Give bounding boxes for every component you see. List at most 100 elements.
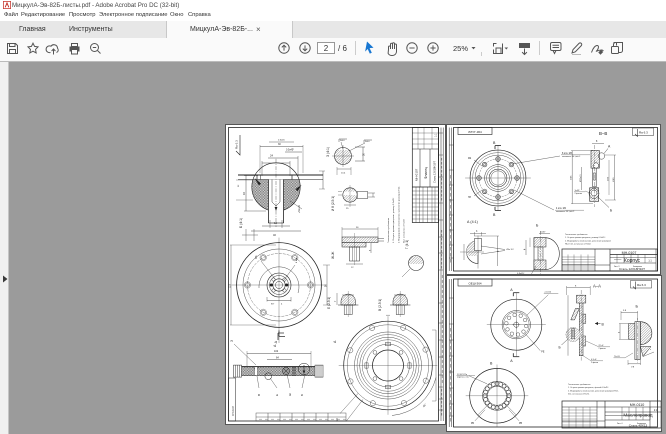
svg-text:10.4: 10.4 bbox=[341, 173, 346, 175]
svg-text:2: 2 bbox=[324, 44, 329, 53]
svg-text:Фланец: Фланец bbox=[424, 167, 428, 179]
svg-text:Г (4:1): Г (4:1) bbox=[405, 240, 409, 249]
svg-text:зенковать 90°,0х0.2: зенковать 90°,0х0.2 bbox=[556, 211, 575, 213]
svg-text:7: 7 bbox=[335, 300, 337, 302]
svg-text:u: u bbox=[650, 349, 651, 351]
svg-text:ОЕШ-364: ОЕШ-364 bbox=[468, 282, 481, 286]
svg-text:Ra 6.3: Ra 6.3 bbox=[637, 283, 646, 287]
svg-text:Б: Б bbox=[300, 394, 304, 396]
svg-text:З (4:1): З (4:1) bbox=[326, 147, 330, 157]
svg-text:РЕ: РЕ bbox=[541, 352, 545, 354]
svg-text:Н12, h12, остальных ±IT12/2.: Н12, h12, остальных ±IT12/2. bbox=[565, 244, 592, 246]
svg-text:Е: Е bbox=[275, 394, 279, 396]
svg-text:0.5x45°: 0.5x45° bbox=[286, 149, 294, 152]
svg-text:Ra10: Ra10 bbox=[340, 140, 345, 142]
svg-text:МН-0110: МН-0110 bbox=[630, 403, 645, 407]
svg-text:45°: 45° bbox=[422, 403, 428, 409]
svg-text:2 фаски: 2 фаски bbox=[591, 361, 598, 364]
svg-text:Лист 3: Лист 3 bbox=[614, 266, 619, 268]
svg-text:25: 25 bbox=[346, 208, 349, 210]
svg-text:110: 110 bbox=[229, 284, 232, 288]
svg-text:МН-0107: МН-0107 bbox=[415, 168, 419, 181]
svg-text:З: З bbox=[230, 340, 234, 342]
svg-text:А: А bbox=[510, 288, 513, 292]
svg-text:А: А bbox=[608, 145, 611, 149]
svg-text:Пб: Пб bbox=[468, 197, 472, 199]
svg-text:64: 64 bbox=[276, 356, 279, 359]
svg-text:4: 4 bbox=[619, 331, 621, 333]
svg-text:6: 6 bbox=[498, 250, 500, 252]
svg-text:Лист 4: Лист 4 bbox=[617, 423, 622, 425]
svg-text:А (4:1): А (4:1) bbox=[467, 220, 478, 224]
svg-text:Ra10: Ra10 bbox=[365, 141, 370, 143]
svg-text:h12, остальных ±IT12/2.: h12, остальных ±IT12/2. bbox=[404, 218, 406, 243]
svg-text:А: А bbox=[273, 344, 277, 347]
svg-text:отдельн. отв.: отдельн. отв. bbox=[457, 377, 470, 379]
svg-text:40: 40 bbox=[273, 233, 276, 237]
svg-text:Ra 6.3: Ra 6.3 bbox=[639, 131, 648, 135]
svg-text:ЛЛУГ-364: ЛЛУГ-364 bbox=[468, 130, 482, 134]
svg-text:4 отв. М4: 4 отв. М4 bbox=[556, 208, 567, 210]
svg-text:36: 36 bbox=[356, 227, 359, 229]
svg-text:Е (2.5:1): Е (2.5:1) bbox=[327, 297, 331, 309]
svg-text:Б: Б bbox=[536, 224, 539, 228]
svg-text:M3: M3 bbox=[255, 255, 258, 259]
svg-text:Б: Б bbox=[559, 346, 562, 350]
svg-text:4 отв: 4 отв bbox=[296, 257, 298, 263]
svg-text:1. Острые кромки притупить, фа: 1. Острые кромки притупить, фаской 0.3х4… bbox=[568, 386, 609, 389]
svg-text:МН-0107: МН-0107 bbox=[232, 405, 235, 416]
svg-text:Маслопровод: Маслопровод bbox=[623, 413, 652, 418]
svg-text:В (2.5:1): В (2.5:1) bbox=[378, 299, 382, 311]
svg-text:√Ra 3.2: √Ra 3.2 bbox=[506, 248, 514, 251]
svg-text:В: В bbox=[602, 323, 605, 327]
svg-text:зенковать 90°,0х0.2: зенковать 90°,0х0.2 bbox=[562, 156, 581, 158]
svg-text:25%: 25% bbox=[453, 44, 468, 53]
svg-text:Ж: Ж bbox=[288, 393, 292, 396]
svg-text:0.3х45°: 0.3х45° bbox=[517, 273, 525, 274]
svg-text:Технические требования: Технические требования bbox=[565, 234, 587, 236]
svg-text:√Ra1.6: √Ra1.6 bbox=[298, 205, 301, 213]
svg-text:Б (4:1): Б (4:1) bbox=[239, 218, 243, 228]
svg-text:24: 24 bbox=[270, 154, 273, 158]
svg-text:И 8 (2.5:1): И 8 (2.5:1) bbox=[331, 196, 335, 211]
svg-text:3: 3 bbox=[476, 231, 478, 233]
svg-text:1:1: 1:1 bbox=[648, 260, 652, 263]
svg-text:Копировал: Копировал bbox=[633, 266, 642, 268]
svg-text:2 фаски: 2 фаски bbox=[599, 347, 606, 350]
svg-text:Технические требования: Технические требования bbox=[388, 217, 390, 243]
svg-text:1. Острые кромки притупить, ра: 1. Острые кромки притупить, размер 0.3х4… bbox=[393, 197, 395, 243]
svg-text:Копировал: Копировал bbox=[637, 423, 646, 425]
svg-text:В: В bbox=[493, 213, 496, 217]
svg-text:Ж-Ж: Ж-Ж bbox=[331, 251, 335, 259]
svg-text:2 фаски: 2 фаски bbox=[575, 192, 582, 195]
svg-text:2х45°: 2х45° bbox=[540, 232, 546, 234]
svg-text:МН-0107: МН-0107 bbox=[622, 251, 637, 255]
svg-text:8: 8 bbox=[596, 141, 598, 143]
svg-text:/ 6: / 6 bbox=[338, 44, 347, 53]
svg-text:Б: Б bbox=[610, 209, 613, 213]
svg-text:Б: Б bbox=[636, 305, 639, 309]
svg-text:Сталь 12Х18Н10Т: Сталь 12Х18Н10Т bbox=[433, 161, 437, 183]
svg-text:8: 8 bbox=[575, 286, 577, 288]
svg-text:12: 12 bbox=[351, 267, 354, 269]
svg-text:30: 30 bbox=[278, 143, 281, 146]
svg-text:12: 12 bbox=[238, 184, 240, 187]
svg-text:h12, остальных ±IT12/2.: h12, остальных ±IT12/2. bbox=[568, 394, 590, 396]
svg-text:РБ: РБ bbox=[471, 423, 475, 425]
svg-text:0.5x45: 0.5x45 bbox=[278, 140, 285, 142]
svg-text:1:1: 1:1 bbox=[435, 133, 438, 137]
svg-text:М2: М2 bbox=[468, 158, 472, 160]
svg-text:4: 4 bbox=[281, 304, 283, 306]
svg-text:102: 102 bbox=[274, 350, 279, 353]
svg-text:А: А bbox=[510, 359, 513, 363]
svg-text:Ra 6.3: Ra 6.3 bbox=[235, 140, 239, 149]
svg-text:∅8: ∅8 bbox=[631, 366, 635, 369]
svg-text:2. Маркировать обозначение, ук: 2. Маркировать обозначение, уклонение ра… bbox=[565, 240, 611, 242]
svg-text:90°: 90° bbox=[271, 304, 274, 306]
svg-text:М33х1.5: М33х1.5 bbox=[580, 173, 582, 182]
svg-text:1. Острые кромки притупить, ра: 1. Острые кромки притупить, размер 0.3х4… bbox=[565, 237, 606, 239]
svg-text:А: А bbox=[333, 340, 337, 343]
svg-text:РВ: РВ bbox=[519, 423, 523, 425]
svg-text:А: А bbox=[274, 340, 278, 343]
svg-text:В–В: В–В bbox=[599, 131, 607, 136]
